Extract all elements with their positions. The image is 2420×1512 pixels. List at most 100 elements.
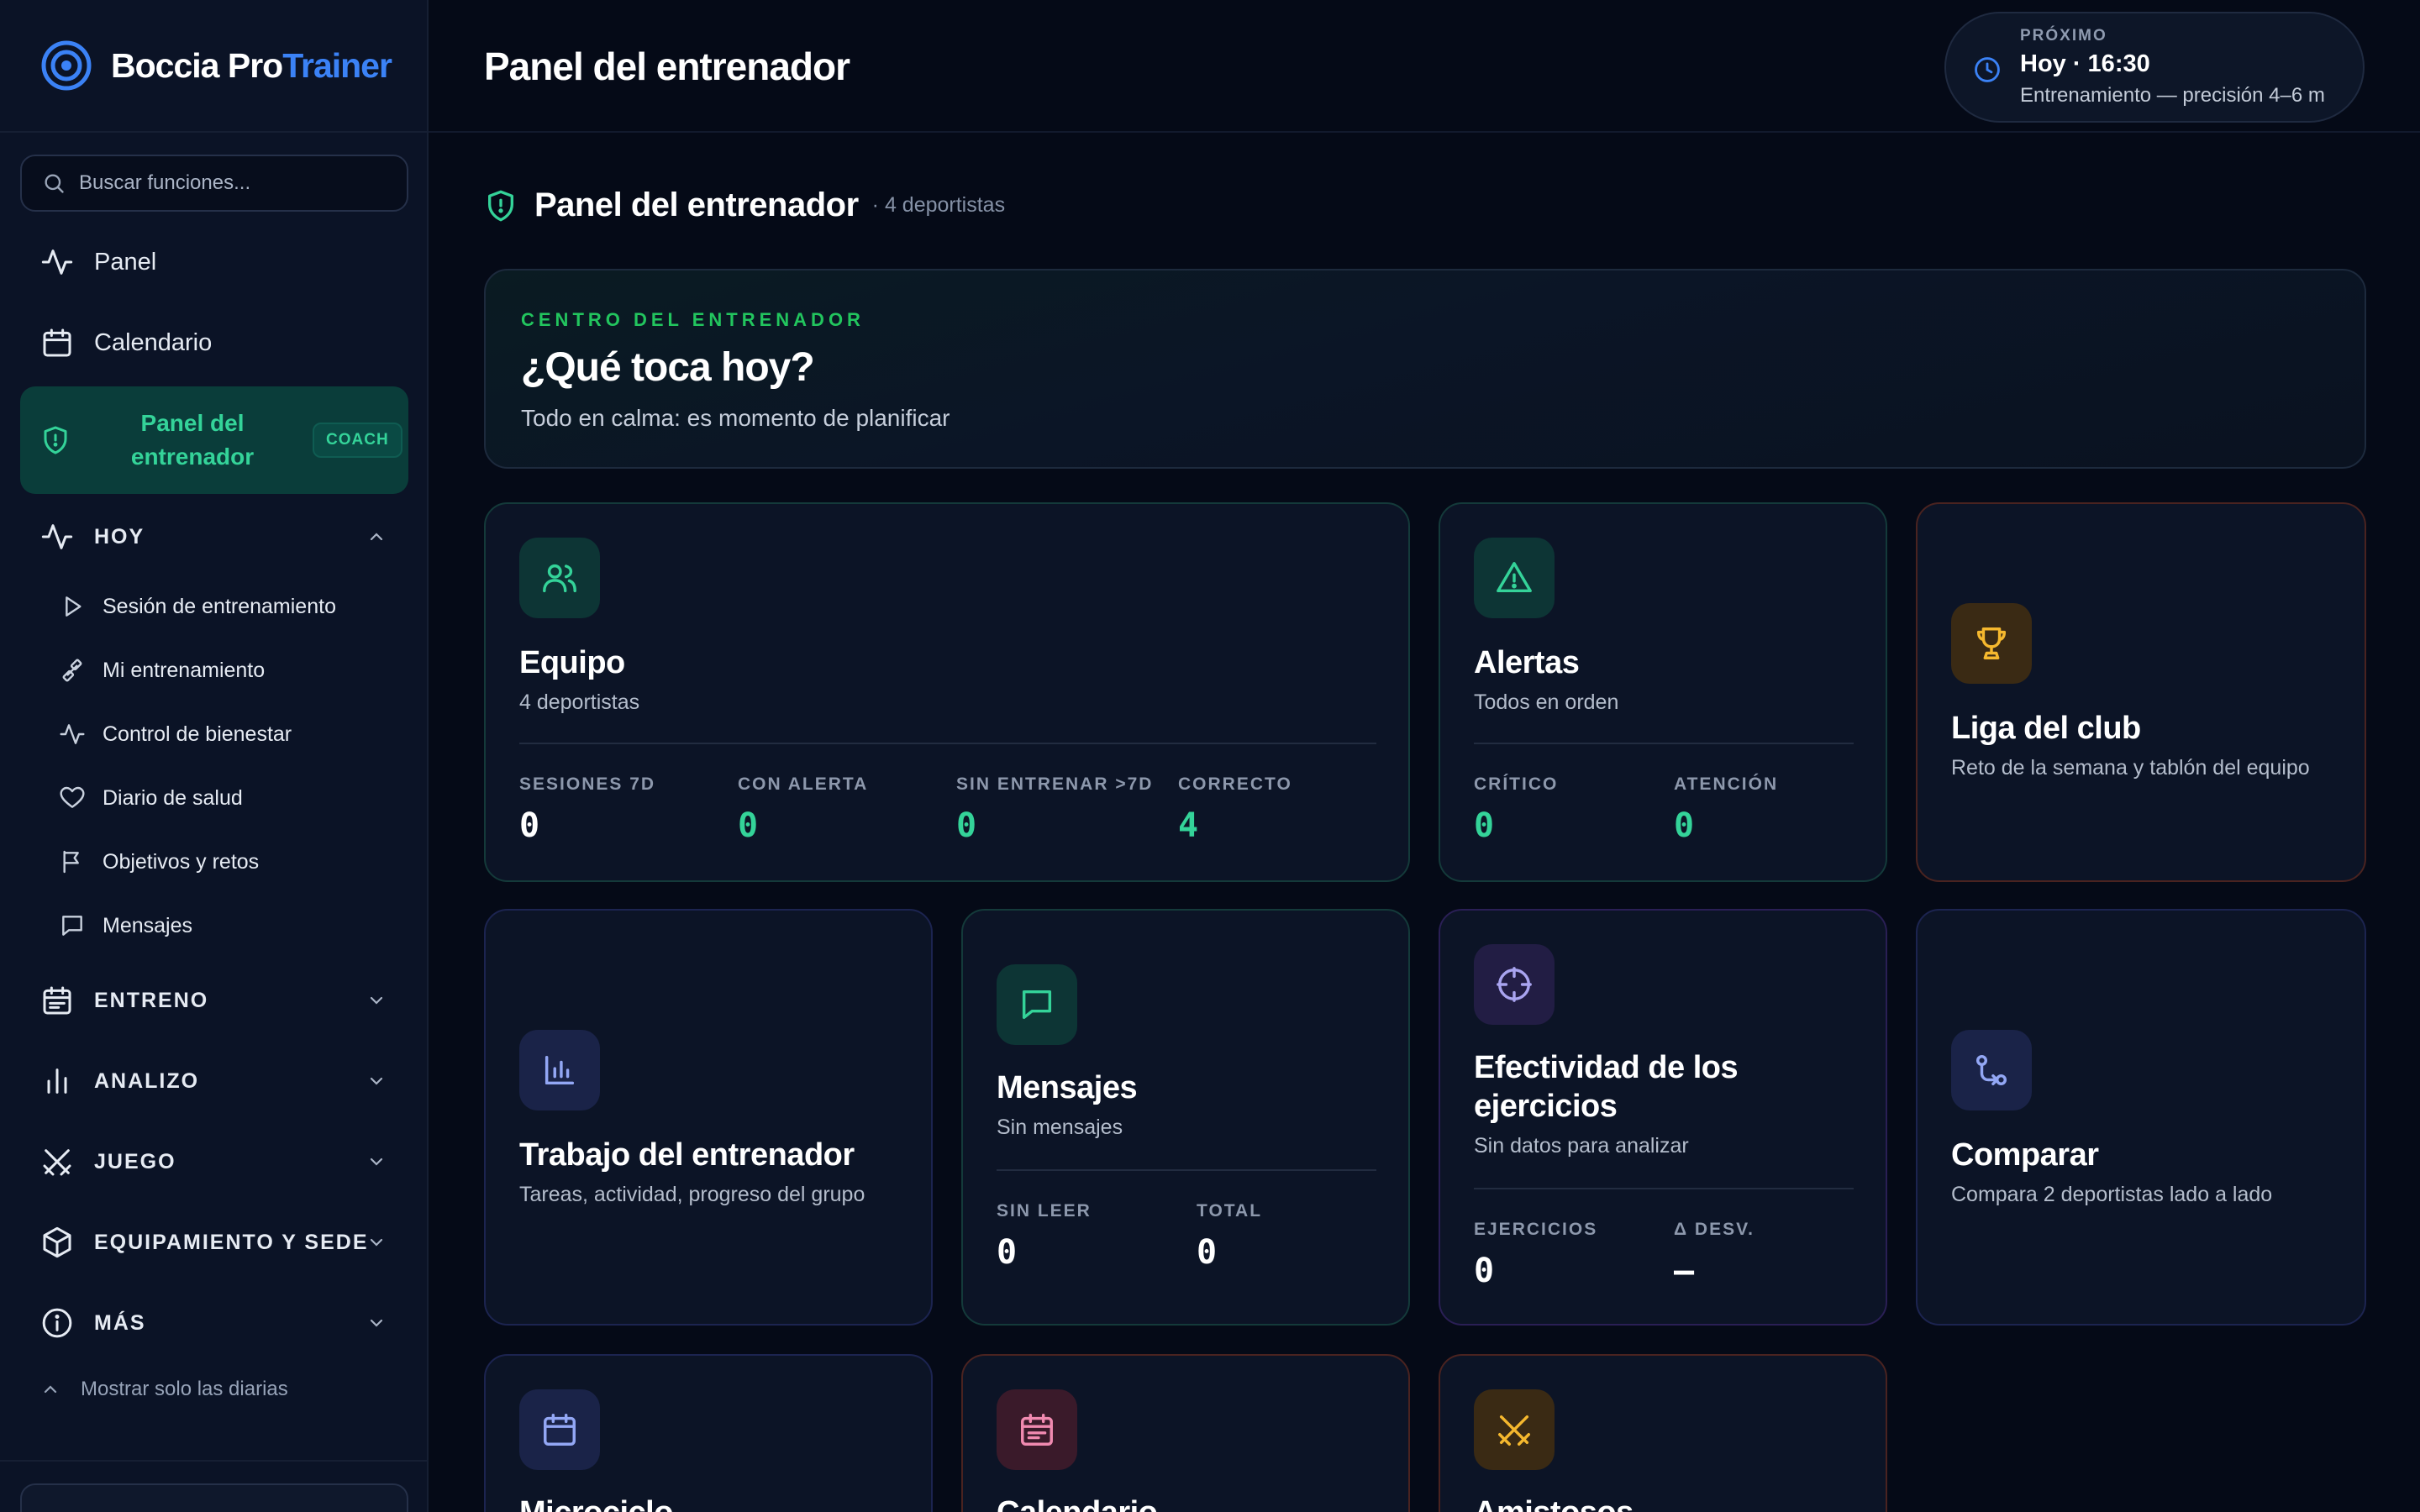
stat-label: ATENCIÓN [1674, 774, 1779, 794]
friendlies-card[interactable]: Amistosos [1439, 1354, 1887, 1512]
dumbbell-icon [62, 659, 82, 682]
sidebar-divider [0, 1460, 429, 1462]
stat-label: SIN LEER [997, 1201, 1092, 1221]
card-subtitle: Tareas, actividad, progreso del grupo [519, 1183, 865, 1206]
sidebar-item-goals[interactable]: Objetivos y retos [59, 837, 259, 887]
nav-item-panel[interactable]: Panel [20, 228, 408, 296]
show-daily-only-toggle[interactable]: Mostrar solo las diarias [40, 1378, 288, 1401]
stat-value: 4 [1178, 806, 1199, 845]
stat-attention: ATENCIÓN 0 [1674, 774, 1778, 845]
card-subtitle: 4 deportistas [519, 690, 640, 714]
crossed-swords-icon [43, 1149, 71, 1176]
compare-icon-box [1951, 1030, 2032, 1110]
club-league-card[interactable]: Liga del club Reto de la semana y tablón… [1916, 502, 2366, 882]
card-divider [1474, 1188, 1854, 1189]
section-training-toggle[interactable]: ENTRENO [20, 971, 408, 1030]
stat-label: SESIONES 7D [519, 774, 656, 794]
bar-chart-icon [47, 1068, 67, 1094]
chevron-up-icon [44, 1385, 57, 1394]
next-session-pill[interactable]: PRÓXIMO Hoy · 16:30 Entrenamiento — prec… [1944, 12, 2365, 123]
section-label: EQUIPAMIENTO Y SEDE [94, 1230, 369, 1254]
play-icon [66, 596, 82, 617]
microcycle-card[interactable]: Microciclo [484, 1354, 933, 1512]
activity-icon [41, 524, 73, 549]
section-analysis-toggle[interactable]: ANALIZO [20, 1052, 408, 1110]
stat-with-alert: CON ALERTA 0 [738, 774, 868, 845]
nav-item-coach-panel[interactable]: Panel del entrenador COACH [20, 386, 408, 494]
crossed-swords-icon [1498, 1415, 1530, 1446]
show-daily-label: Mostrar solo las diarias [81, 1378, 288, 1400]
card-title: Microciclo [519, 1494, 673, 1512]
exercise-effectiveness-card[interactable]: Efectividad de los ejercicios Sin datos p… [1439, 909, 1887, 1326]
card-title: Equipo [519, 645, 625, 680]
card-title: Mensajes [997, 1070, 1138, 1105]
card-title: Efectividad de los ejercicios [1474, 1048, 1739, 1126]
section-more-toggle[interactable]: MÁS [20, 1294, 408, 1352]
stat-label: EJERCICIOS [1474, 1220, 1598, 1239]
brand-name-main: Boccia Pro [111, 45, 283, 85]
sidebar-profile-card[interactable] [20, 1483, 408, 1512]
section-label: ENTRENO [94, 988, 209, 1012]
calendar-check-icon [1021, 1414, 1053, 1446]
compare-card[interactable]: Comparar Compara 2 deportistas lado a la… [1916, 909, 2366, 1326]
section-equipment-toggle[interactable]: EQUIPAMIENTO Y SEDE [20, 1213, 408, 1272]
sidebar-item-wellbeing[interactable]: Control de bienestar [59, 709, 292, 759]
sidebar-item-label: Sesión de entrenamiento [103, 594, 336, 618]
stat-total: TOTAL 0 [1197, 1201, 1262, 1272]
page-title: Panel del entrenador [484, 45, 850, 88]
stat-label: Δ DESV. [1674, 1220, 1755, 1239]
trophy-icon [1976, 627, 2007, 659]
box-icon [43, 1226, 71, 1258]
calendar-icon [544, 1414, 576, 1446]
sidebar-item-my-training[interactable]: Mi entrenamiento [59, 645, 265, 696]
card-subtitle: Compara 2 deportistas lado a lado [1951, 1183, 2273, 1206]
coach-work-icon-box [519, 1030, 600, 1110]
chevron-down-icon [370, 1158, 383, 1166]
hero-title: ¿Qué toca hoy? [521, 345, 815, 390]
search-input[interactable] [79, 171, 398, 195]
alerts-icon-box [1474, 538, 1555, 618]
brand-name-accent: Trainer [282, 45, 392, 85]
section-game-toggle[interactable]: JUEGO [20, 1132, 408, 1191]
stat-value: 0 [956, 806, 977, 845]
search-box[interactable] [20, 155, 408, 212]
team-icon-box [519, 538, 600, 618]
stat-value: 0 [1474, 806, 1495, 845]
stat-no-training-7d: SIN ENTRENAR >7D 0 [956, 774, 1153, 845]
card-subtitle: Todos en orden [1474, 690, 1619, 714]
stat-value: 0 [1674, 806, 1695, 845]
calendar-icon-box [997, 1389, 1077, 1470]
messages-card[interactable]: Mensajes Sin mensajes SIN LEER 0 TOTAL 0 [961, 909, 1410, 1326]
alerts-card[interactable]: Alertas Todos en orden CRÍTICO 0 ATENCIÓ… [1439, 502, 1887, 882]
stat-value: 0 [519, 806, 540, 845]
sidebar-item-label: Diario de salud [103, 785, 243, 810]
next-description: Entrenamiento — precisión 4–6 m [2020, 84, 2325, 107]
sidebar-item-training-session[interactable]: Sesión de entrenamiento [59, 581, 336, 632]
chevron-down-icon [370, 1319, 383, 1327]
brand[interactable]: Boccia ProTrainer [0, 0, 427, 133]
sidebar-item-label: Mi entrenamiento [103, 658, 266, 682]
coach-badge: COACH [313, 423, 402, 458]
nav-item-label: Panel del entrenador [130, 410, 255, 470]
card-title-line2: ejercicios [1474, 1089, 1618, 1124]
section-today-toggle[interactable]: HOY [20, 507, 408, 566]
chevron-down-icon [370, 1077, 383, 1085]
flag-icon [63, 850, 79, 874]
message-icon [62, 916, 82, 936]
stat-exercises: EJERCICIOS 0 [1474, 1220, 1597, 1290]
team-card[interactable]: Equipo 4 deportistas SESIONES 7D 0 CON A… [484, 502, 1410, 882]
calendar-card[interactable]: Calendario [961, 1354, 1410, 1512]
calendar-icon [43, 328, 71, 357]
section-title: Panel del entrenador [534, 186, 859, 223]
sidebar-item-health-diary[interactable]: Diario de salud [59, 773, 243, 823]
sidebar: Boccia ProTrainer Panel Calendario Panel… [0, 0, 429, 1512]
nav-item-calendar[interactable]: Calendario [20, 309, 408, 376]
card-title: Comparar [1951, 1137, 2099, 1173]
sidebar-item-messages[interactable]: Mensajes [59, 900, 192, 951]
stat-value: 0 [997, 1233, 1018, 1272]
next-label: PRÓXIMO [2020, 27, 2107, 45]
stat-critical: CRÍTICO 0 [1474, 774, 1558, 845]
coach-work-card[interactable]: Trabajo del entrenador Tareas, actividad… [484, 909, 933, 1326]
section-label: HOY [94, 524, 145, 549]
chevron-up-icon [370, 533, 383, 541]
